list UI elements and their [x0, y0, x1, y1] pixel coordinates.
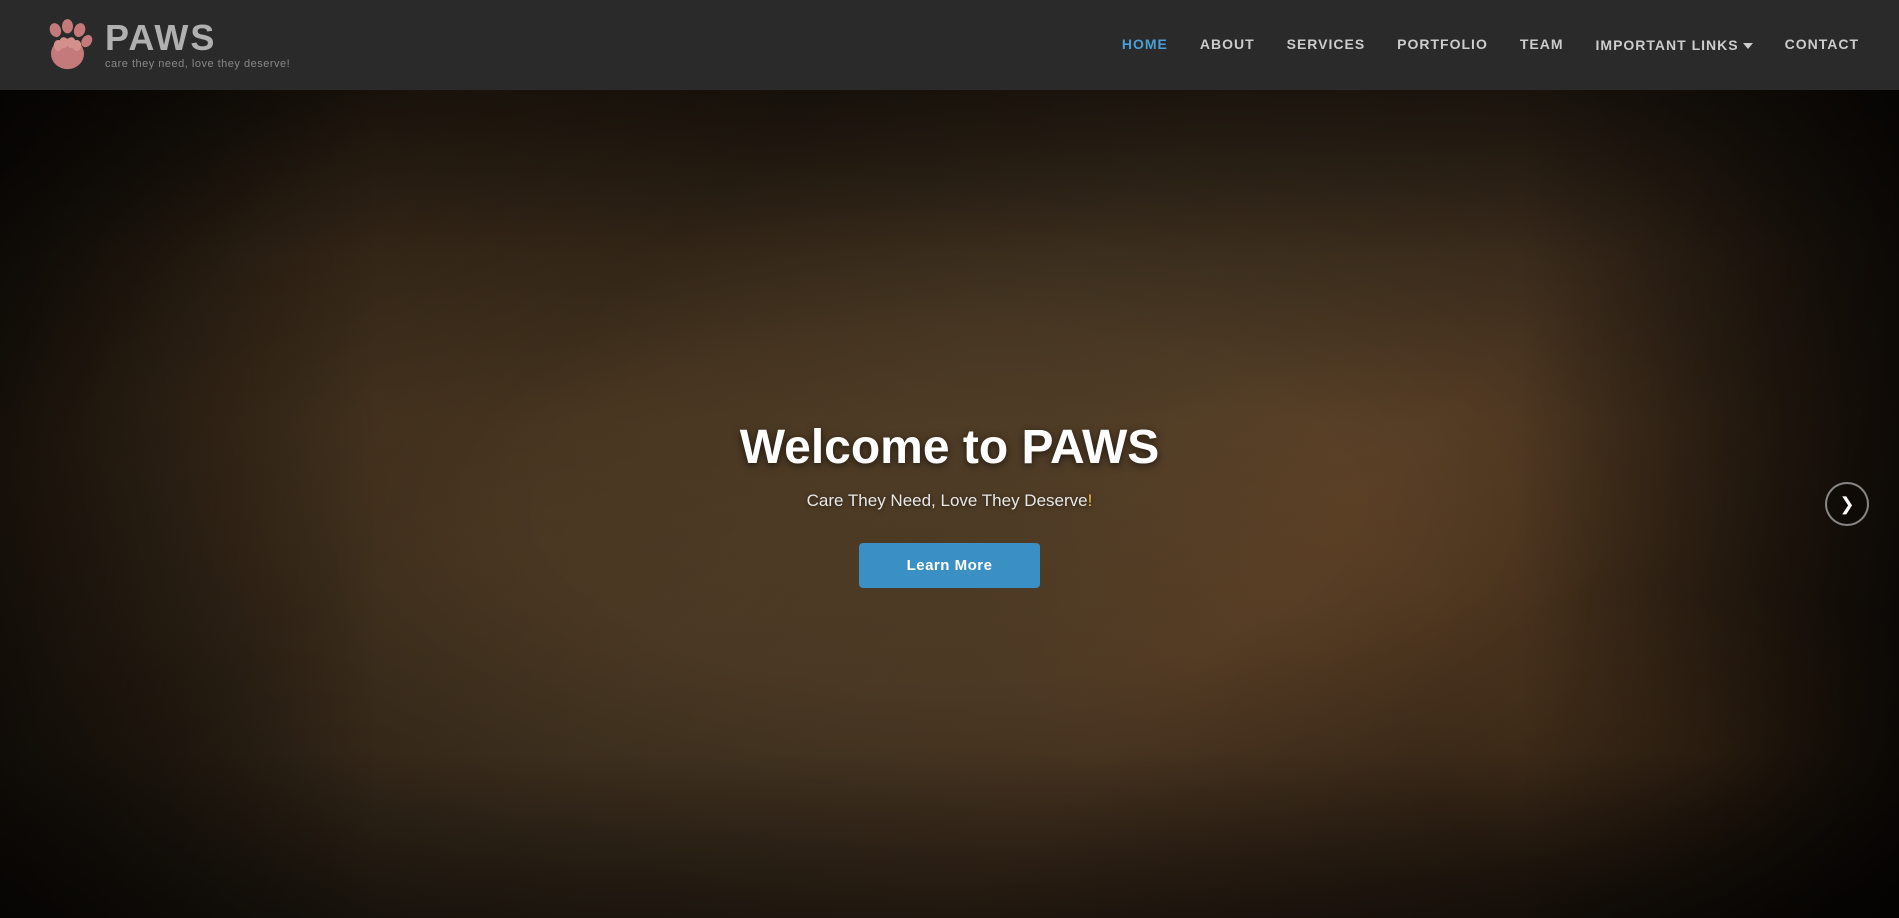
hero-subtitle-emphasis: !	[1088, 491, 1093, 510]
learn-more-button[interactable]: Learn More	[859, 543, 1041, 588]
chevron-right-icon: ❯	[1839, 494, 1854, 515]
nav-item-about[interactable]: ABOUT	[1200, 36, 1255, 54]
paw-icon	[40, 18, 95, 73]
hero-section: Welcome to PAWS Care They Need, Love The…	[0, 90, 1899, 918]
nav-links: HOME ABOUT SERVICES PORTFOLIO TEAM IMPOR…	[1122, 36, 1859, 54]
navbar: PAWS care they need, love they deserve! …	[0, 0, 1899, 90]
hero-title: Welcome to PAWS	[740, 420, 1160, 475]
logo-title: PAWS	[105, 20, 290, 56]
nav-link-contact[interactable]: CONTACT	[1785, 36, 1859, 52]
nav-item-portfolio[interactable]: PORTFOLIO	[1397, 36, 1488, 54]
hero-subtitle: Care They Need, Love They Deserve!	[740, 491, 1160, 511]
logo-tagline: care they need, love they deserve!	[105, 58, 290, 70]
nav-item-important-links[interactable]: IMPORTANT LINKS	[1596, 37, 1753, 53]
logo-text-group: PAWS care they need, love they deserve!	[105, 20, 290, 70]
nav-item-contact[interactable]: CONTACT	[1785, 36, 1859, 54]
nav-link-team[interactable]: TEAM	[1520, 36, 1564, 52]
nav-link-important-links[interactable]: IMPORTANT LINKS	[1596, 37, 1739, 53]
carousel-next-button[interactable]: ❯	[1825, 482, 1869, 526]
nav-dropdown-important-links[interactable]: IMPORTANT LINKS	[1596, 37, 1753, 53]
nav-link-home[interactable]: HOME	[1122, 36, 1168, 52]
nav-link-portfolio[interactable]: PORTFOLIO	[1397, 36, 1488, 52]
nav-item-services[interactable]: SERVICES	[1287, 36, 1366, 54]
nav-link-services[interactable]: SERVICES	[1287, 36, 1366, 52]
nav-link-about[interactable]: ABOUT	[1200, 36, 1255, 52]
hero-content: Welcome to PAWS Care They Need, Love The…	[740, 420, 1160, 588]
chevron-down-icon	[1743, 43, 1753, 49]
logo-area: PAWS care they need, love they deserve!	[40, 18, 290, 73]
nav-item-home[interactable]: HOME	[1122, 36, 1168, 54]
hero-subtitle-text: Care They Need, Love They Deserve	[807, 491, 1088, 510]
nav-item-team[interactable]: TEAM	[1520, 36, 1564, 54]
